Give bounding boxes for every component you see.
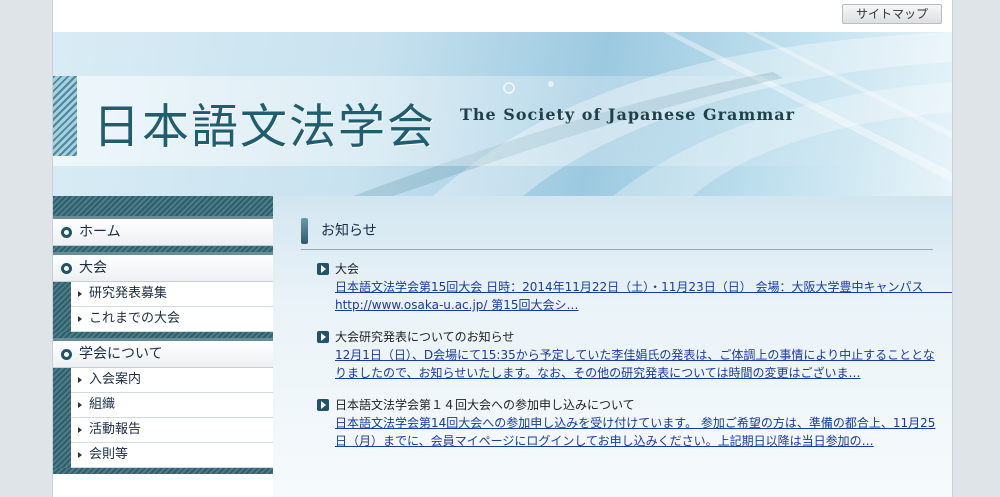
triangle-right-icon (78, 427, 82, 433)
header-banner: 日本語文法学会 The Society of Japanese Grammar (53, 32, 952, 196)
nav-call-for-papers[interactable]: 研究発表募集 (71, 282, 273, 307)
nav-gap (53, 468, 273, 474)
nav-activity-report[interactable]: 活動報告 (71, 418, 273, 443)
site-subtitle: The Society of Japanese Grammar (460, 105, 796, 124)
nav-membership[interactable]: 入会案内 (71, 368, 273, 393)
nav-bylaws[interactable]: 会則等 (71, 443, 273, 468)
nav-past-conferences[interactable]: これまでの大会 (71, 307, 273, 332)
triangle-right-icon (78, 402, 82, 408)
sidebar-top-pattern (53, 196, 273, 216)
nav-organization[interactable]: 組織 (71, 393, 273, 418)
news-title: 大会 (335, 262, 360, 276)
nav-about-submenu: 入会案内 組織 活動報告 会則等 (53, 368, 273, 468)
triangle-right-icon (78, 316, 82, 322)
news-title-row: 日本語文法学会第１４回大会への参加申し込みについて (317, 396, 937, 414)
news-title-row: 大会研究発表についてのお知らせ (317, 328, 937, 346)
nav-conference[interactable]: 大会 (53, 252, 273, 282)
circle-bullet-icon (61, 263, 72, 274)
section-title: お知らせ (321, 223, 377, 239)
nav-about[interactable]: 学会について (53, 338, 273, 368)
nav-conference-label: 大会 (79, 260, 107, 276)
nav-home-label: ホーム (79, 224, 121, 240)
news-title: 大会研究発表についてのお知らせ (335, 330, 515, 344)
sidebar-nav: ホーム 大会 研究発表募集 これまでの大会 学会について 入会案内 組織 活動報… (53, 196, 273, 497)
nav-sub-label: 会則等 (89, 447, 129, 462)
banner-stripe (53, 76, 77, 156)
arrow-right-icon (317, 263, 329, 275)
news-item: 日本語文法学会第１４回大会への参加申し込みについて 日本語文法学会第14回大会へ… (317, 396, 937, 450)
nav-about-label: 学会について (79, 346, 163, 362)
triangle-right-icon (78, 291, 82, 297)
news-title-row: 大会 (317, 260, 937, 278)
triangle-right-icon (78, 377, 82, 383)
page-container: サイトマップ 日本語文法学会 The Society of Japanese G… (52, 0, 953, 497)
news-link[interactable]: 日本語文法学会第14回大会への参加申し込みを受け付けています。 参加ご希望の方は… (317, 414, 937, 450)
nav-sub-label: これまでの大会 (89, 311, 181, 326)
news-list: 大会 日本語文法学会第15回大会 日時：2014年11月22日（土）・11月23… (317, 260, 952, 464)
nav-sub-label: 研究発表募集 (89, 286, 168, 301)
nav-sub-label: 活動報告 (89, 422, 142, 437)
arrow-right-icon (317, 399, 329, 411)
section-bar-icon (301, 218, 308, 244)
sitemap-button[interactable]: サイトマップ (842, 4, 942, 24)
news-link[interactable]: 12月1日（日）、D会場にて15:35から予定していた李佳娟氏の発表は、ご体調上… (317, 346, 937, 382)
nav-sub-label: 入会案内 (89, 372, 142, 387)
circle-bullet-icon (61, 349, 72, 360)
circle-bullet-icon (61, 227, 72, 238)
news-section-header: お知らせ (301, 216, 933, 250)
news-item: 大会 日本語文法学会第15回大会 日時：2014年11月22日（土）・11月23… (317, 260, 952, 314)
news-link[interactable]: 日本語文法学会第15回大会 日時：2014年11月22日（土）・11月23日（日… (317, 278, 952, 314)
arrow-right-icon (317, 331, 329, 343)
top-bar: サイトマップ (53, 0, 952, 32)
news-item: 大会研究発表についてのお知らせ 12月1日（日）、D会場にて15:35から予定し… (317, 328, 937, 382)
main-content: お知らせ 大会 日本語文法学会第15回大会 日時：2014年11月22日（土）・… (273, 196, 952, 497)
news-title: 日本語文法学会第１４回大会への参加申し込みについて (335, 398, 635, 412)
nav-home[interactable]: ホーム (53, 216, 273, 246)
triangle-right-icon (78, 452, 82, 458)
nav-conference-submenu: 研究発表募集 これまでの大会 (53, 282, 273, 332)
nav-sub-label: 組織 (89, 397, 116, 412)
site-title[interactable]: 日本語文法学会 (93, 88, 436, 157)
